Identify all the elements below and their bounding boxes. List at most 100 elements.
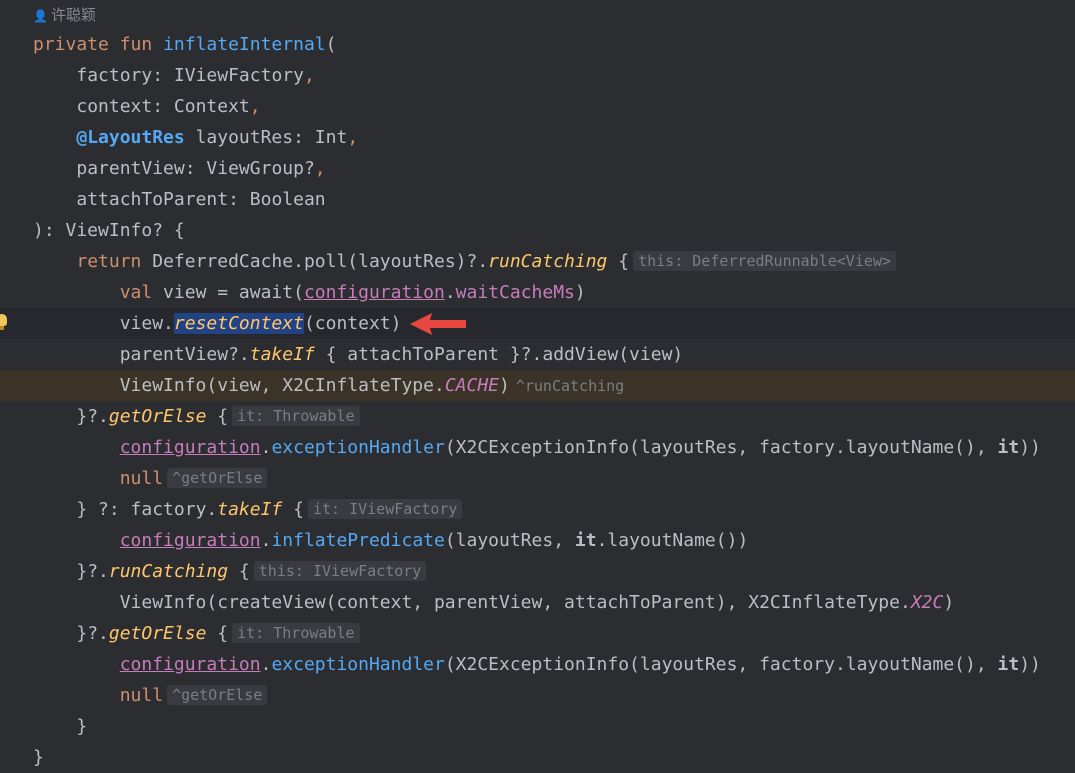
code-line-24[interactable]: } bbox=[0, 742, 1075, 773]
code-text: { bbox=[282, 499, 304, 520]
code-line-7[interactable]: ): ViewInfo? { bbox=[0, 215, 1075, 246]
code-text: } ?: factory. bbox=[76, 499, 218, 520]
inlay-hint[interactable]: this: IViewFactory bbox=[253, 561, 427, 581]
inlay-hint[interactable]: it: Throwable bbox=[232, 623, 360, 643]
code-line-4[interactable]: @LayoutRes layoutRes: Int, bbox=[0, 122, 1075, 153]
punct: : bbox=[152, 65, 174, 86]
code-text: { bbox=[228, 561, 250, 582]
inlay-hint[interactable]: it: Throwable bbox=[232, 406, 360, 426]
code-text: ) bbox=[574, 282, 586, 303]
property: waitCacheMs bbox=[455, 282, 575, 303]
inlay-hint[interactable]: this: DeferredRunnable<View> bbox=[633, 251, 896, 271]
param-name: layoutRes bbox=[184, 127, 294, 148]
code-text: )) bbox=[1019, 654, 1041, 675]
param-type: Boolean bbox=[249, 189, 326, 210]
code-line-22[interactable]: null ^getOrElse bbox=[0, 680, 1075, 711]
property-link[interactable]: configuration bbox=[120, 530, 261, 551]
code-text: (context) bbox=[303, 313, 402, 334]
code-line-6[interactable]: attachToParent: Boolean bbox=[0, 184, 1075, 215]
code-line-13[interactable]: }?.getOrElse {it: Throwable bbox=[0, 401, 1075, 432]
code-text: { bbox=[206, 623, 229, 644]
code-line-11[interactable]: parentView?.takeIf { attachToParent }?.a… bbox=[0, 339, 1075, 370]
code-text: (X2CExceptionInfo(layoutRes, factory.lay… bbox=[444, 654, 998, 675]
punct: , bbox=[249, 96, 261, 117]
punct: : bbox=[184, 158, 207, 179]
keyword: val bbox=[119, 282, 153, 303]
code-text: (X2CExceptionInfo(layoutRes, factory.lay… bbox=[444, 437, 998, 458]
code-line-20[interactable]: }?.getOrElse {it: Throwable bbox=[0, 618, 1075, 649]
annotation: @LayoutRes bbox=[76, 127, 185, 148]
code-text: .layoutName()) bbox=[596, 530, 749, 551]
code-text: { attachToParent }?.addView(view) bbox=[314, 344, 684, 365]
code-line-9[interactable]: val view = await(configuration.waitCache… bbox=[0, 277, 1075, 308]
code-line-18[interactable]: }?.runCatching {this: IViewFactory bbox=[0, 556, 1075, 587]
code-text: . bbox=[260, 654, 272, 675]
code-line-1[interactable]: private fun inflateInternal( bbox=[0, 29, 1075, 60]
punct: : bbox=[152, 96, 174, 117]
code-line-21[interactable]: configuration.exceptionHandler(X2CExcept… bbox=[0, 649, 1075, 680]
lightbulb-icon[interactable] bbox=[0, 314, 7, 330]
punct: , bbox=[347, 127, 359, 148]
person-icon: 👤 bbox=[33, 9, 48, 23]
keyword: fun bbox=[119, 34, 153, 55]
code-editor[interactable]: 👤 许聪颖 private fun inflateInternal( factor… bbox=[0, 0, 1075, 773]
code-text: ViewInfo(createView(context, parentView,… bbox=[119, 592, 911, 613]
function-call: takeIf bbox=[217, 499, 283, 520]
code-line-5[interactable]: parentView: ViewGroup?, bbox=[0, 153, 1075, 184]
param-type: Context bbox=[173, 96, 250, 117]
code-text: ) bbox=[499, 375, 510, 396]
red-arrow-annotation bbox=[410, 313, 466, 335]
code-text: . bbox=[444, 282, 456, 303]
code-text: { bbox=[206, 406, 229, 427]
param-type: Int bbox=[314, 127, 348, 148]
code-text: (layoutRes, bbox=[444, 530, 575, 551]
function-call: runCatching bbox=[108, 561, 229, 582]
function-call: inflatePredicate bbox=[271, 530, 445, 551]
function-call: exceptionHandler bbox=[271, 437, 445, 458]
code-line-3[interactable]: context: Context, bbox=[0, 91, 1075, 122]
code-line-16[interactable]: } ?: factory.takeIf {it: IViewFactory bbox=[0, 494, 1075, 525]
param-type: ViewGroup? bbox=[206, 158, 315, 179]
keyword: null bbox=[119, 685, 164, 706]
function-call: getOrElse bbox=[108, 623, 207, 644]
code-text: } bbox=[76, 716, 88, 737]
code-text: }?. bbox=[76, 406, 109, 427]
punct: ( bbox=[325, 34, 337, 55]
code-text: view = await( bbox=[152, 282, 304, 303]
property-link[interactable]: configuration bbox=[120, 437, 261, 458]
code-text: { bbox=[607, 251, 630, 272]
code-text: ViewInfo(view, X2CInflateType. bbox=[119, 375, 445, 396]
it-keyword: it bbox=[997, 437, 1020, 458]
code-line-15[interactable]: null ^getOrElse bbox=[0, 463, 1075, 494]
code-text: ) bbox=[943, 592, 955, 613]
it-keyword: it bbox=[997, 654, 1020, 675]
function-call: runCatching bbox=[488, 251, 608, 272]
code-line-10[interactable]: view.resetContext(context) bbox=[0, 308, 1075, 339]
param-name: parentView bbox=[76, 158, 185, 179]
inlay-hint[interactable]: it: IViewFactory bbox=[307, 499, 463, 519]
property-link[interactable]: configuration bbox=[120, 654, 261, 675]
inlay-hint[interactable]: ^getOrElse bbox=[167, 468, 268, 488]
punct: : bbox=[293, 127, 315, 148]
code-text: }?. bbox=[76, 561, 109, 582]
code-text: . bbox=[260, 437, 272, 458]
code-line-19[interactable]: ViewInfo(createView(context, parentView,… bbox=[0, 587, 1075, 618]
code-text: view. bbox=[119, 313, 174, 334]
code-text: ): ViewInfo? { bbox=[33, 220, 185, 241]
code-line-14[interactable]: configuration.exceptionHandler(X2CExcept… bbox=[0, 432, 1075, 463]
code-line-2[interactable]: factory: IViewFactory, bbox=[0, 60, 1075, 91]
keyword: private bbox=[33, 34, 109, 55]
code-line-23[interactable]: } bbox=[0, 711, 1075, 742]
property-link[interactable]: configuration bbox=[304, 282, 445, 303]
function-call: exceptionHandler bbox=[271, 654, 445, 675]
selected-function-call[interactable]: resetContext bbox=[173, 313, 304, 334]
author-hint[interactable]: 👤 许聪颖 bbox=[33, 3, 96, 27]
code-line-17[interactable]: configuration.inflatePredicate(layoutRes… bbox=[0, 525, 1075, 556]
inlay-hint[interactable]: ^getOrElse bbox=[167, 685, 268, 705]
param-name: context bbox=[76, 96, 153, 117]
function-call: getOrElse bbox=[108, 406, 207, 427]
punct: : bbox=[228, 189, 250, 210]
author-line: 👤 许聪颖 bbox=[0, 0, 1075, 31]
code-line-8[interactable]: return DeferredCache.poll(layoutRes)?.ru… bbox=[0, 246, 1075, 277]
code-line-12[interactable]: ViewInfo(view, X2CInflateType.CACHE) ^run… bbox=[0, 370, 1075, 401]
